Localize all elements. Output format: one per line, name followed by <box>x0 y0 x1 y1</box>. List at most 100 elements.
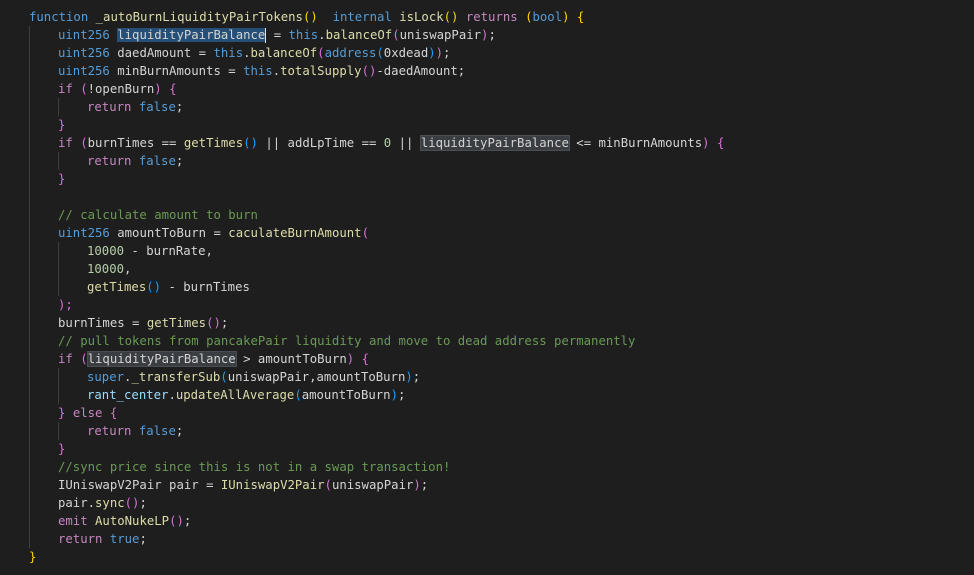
code-token: ) <box>562 10 570 24</box>
code-line[interactable]: return false; <box>87 422 183 440</box>
code-token: else <box>72 406 103 420</box>
code-line[interactable]: IUniswapV2Pair pair = IUniswapV2Pair(uni… <box>58 476 428 494</box>
code-token: ; <box>183 514 192 528</box>
code-line[interactable]: } <box>58 116 65 134</box>
code-line[interactable]: return false; <box>87 98 183 116</box>
code-line[interactable]: } <box>58 440 65 458</box>
code-token: returns <box>465 10 518 24</box>
code-token: ) <box>702 136 710 150</box>
code-line[interactable]: return false; <box>87 152 183 170</box>
code-token: { <box>361 352 369 366</box>
code-token: this <box>288 28 319 42</box>
code-editor[interactable]: function _autoBurnLiquidityPairTokens() … <box>0 0 974 575</box>
code-token: liquidityPairBalance <box>117 28 266 42</box>
code-token: () <box>146 280 162 294</box>
code-line[interactable]: if (liquidityPairBalance > amountToBurn)… <box>58 350 369 368</box>
code-token: internal <box>332 10 392 24</box>
code-token: burnTimes = <box>58 316 147 330</box>
code-line[interactable]: uint256 amountToBurn = caculateBurnAmoun… <box>58 224 369 242</box>
code-token: . <box>318 28 326 42</box>
code-token: () <box>206 316 221 330</box>
code-line[interactable]: } else { <box>58 404 117 422</box>
code-token: totalSupply <box>280 64 362 78</box>
code-line[interactable]: } <box>58 170 65 188</box>
code-token: ; <box>488 28 496 42</box>
code-token: return <box>87 100 132 114</box>
code-line[interactable]: } <box>29 548 36 566</box>
code-token: } <box>29 550 37 564</box>
code-token: ; <box>175 424 184 438</box>
code-token: ; <box>139 496 147 510</box>
code-line[interactable]: if (!openBurn) { <box>58 80 176 98</box>
code-token: { <box>109 406 118 420</box>
code-token: () <box>443 10 459 24</box>
code-line[interactable]: getTimes() - burnTimes <box>87 278 250 296</box>
code-token: ); <box>58 298 73 312</box>
code-token: false <box>138 154 176 168</box>
code-token: bool <box>532 10 563 24</box>
code-token: uint256 <box>58 226 110 240</box>
code-token: } <box>58 442 66 456</box>
code-token: () <box>361 64 377 78</box>
code-token: return <box>87 424 132 438</box>
code-line[interactable]: uint256 minBurnAmounts = this.totalSuppl… <box>58 62 465 80</box>
code-line[interactable]: function _autoBurnLiquidityPairTokens() … <box>29 8 584 26</box>
code-token: ) <box>413 478 421 492</box>
indent-guide <box>58 368 59 404</box>
code-token: false <box>138 100 176 114</box>
code-line[interactable]: //sync price since this is not in a swap… <box>58 458 450 476</box>
code-token: liquidityPairBalance <box>419 135 570 151</box>
code-token: ( <box>80 82 88 96</box>
code-token: . <box>168 388 176 402</box>
code-line[interactable]: burnTimes = getTimes(); <box>58 314 228 332</box>
code-token: function <box>29 10 89 24</box>
code-token: ) <box>428 46 436 60</box>
code-line[interactable]: return true; <box>58 530 147 548</box>
code-line[interactable]: pair.sync(); <box>58 494 147 512</box>
code-line[interactable]: rant_center.updateAllAverage(amountToBur… <box>87 386 405 404</box>
code-line[interactable]: uint256 liquidityPairBalance = this.bala… <box>58 26 496 44</box>
code-token: ( <box>392 28 400 42</box>
code-line[interactable]: if (burnTimes == getTimes() || addLpTime… <box>58 134 724 152</box>
code-token: super <box>87 370 125 384</box>
code-token: { <box>576 10 585 24</box>
code-token: ( <box>361 226 369 240</box>
code-token: } <box>58 118 66 132</box>
code-token: ; <box>175 100 184 114</box>
code-token: > amountToBurn <box>235 352 347 366</box>
code-token: ( <box>294 388 302 402</box>
code-line[interactable]: 10000, <box>87 260 131 278</box>
code-line[interactable]: uint256 daedAmount = this.balanceOf(addr… <box>58 44 450 62</box>
code-token: amountToBurn <box>301 388 391 402</box>
code-token: ) <box>435 46 444 60</box>
code-line[interactable]: emit AutoNukeLP(); <box>58 512 191 530</box>
code-token: getTimes <box>146 316 207 330</box>
code-line[interactable]: super._transferSub(uniswapPair,amountToB… <box>87 368 420 386</box>
code-token: ( <box>220 370 228 384</box>
code-line[interactable]: ); <box>58 296 73 314</box>
code-token: uint256 <box>58 64 110 78</box>
code-line[interactable]: // pull tokens from pancakePair liquidit… <box>58 332 635 350</box>
code-token: ) <box>405 370 413 384</box>
code-token: , <box>124 262 132 276</box>
code-token: true <box>109 532 140 546</box>
code-token: sync <box>95 496 125 510</box>
code-line[interactable]: 10000 - burnRate, <box>87 242 213 260</box>
code-token: () <box>124 496 140 510</box>
code-token: ( <box>80 352 88 366</box>
code-token: ) <box>154 82 162 96</box>
code-token: balanceOf <box>325 28 393 42</box>
code-token: ) <box>390 388 398 402</box>
code-line[interactable]: // calculate amount to burn <box>58 206 258 224</box>
code-token: if <box>58 136 73 150</box>
code-token: this <box>213 46 244 60</box>
